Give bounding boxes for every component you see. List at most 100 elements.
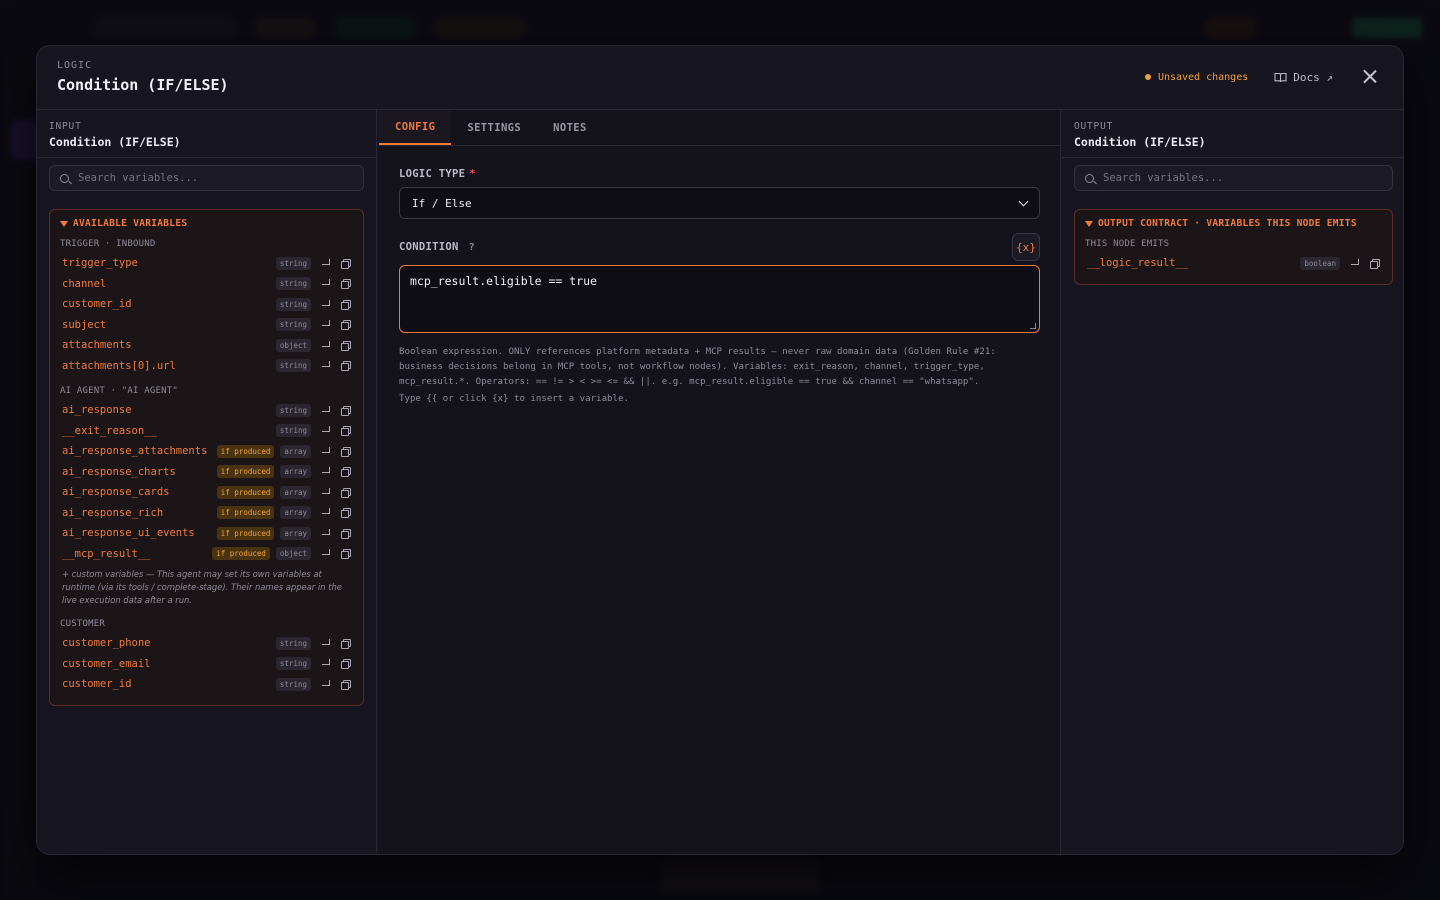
insert-icon[interactable] [320, 638, 331, 649]
copy-icon[interactable] [340, 548, 351, 560]
variable-row[interactable]: customer_id string [50, 674, 363, 695]
tab-settings[interactable]: SETTINGS [451, 110, 537, 145]
copy-icon[interactable] [340, 446, 351, 457]
required-asterisk: * [469, 168, 476, 180]
copy-icon[interactable] [340, 299, 351, 310]
output-contract-toggle[interactable]: OUTPUT CONTRACT · VARIABLES THIS NODE EM… [1075, 218, 1392, 229]
variable-row[interactable]: ai_response_attachments if produced array [50, 441, 363, 462]
insert-icon[interactable] [320, 360, 331, 371]
copy-icon[interactable] [340, 487, 351, 498]
copy-icon[interactable] [340, 258, 351, 269]
variable-row[interactable]: customer_id string [50, 294, 363, 315]
variable-row[interactable]: customer_phone string [50, 633, 363, 654]
variable-name: ai_response [62, 404, 132, 417]
variable-type-tag: string [275, 657, 311, 671]
variable-row[interactable]: __mcp_result__ if produced object [50, 544, 363, 565]
if-produced-badge: if produced [216, 444, 275, 458]
variable-type-tag: string [275, 277, 311, 291]
insert-icon[interactable] [320, 340, 331, 351]
insert-icon[interactable] [320, 319, 331, 330]
variable-row[interactable]: trigger_type string [50, 253, 363, 274]
available-variables-toggle[interactable]: AVAILABLE VARIABLES [50, 218, 363, 229]
copy-icon[interactable] [340, 360, 351, 372]
input-panel-title: Condition (IF/ELSE) [49, 135, 181, 149]
condition-hint: Boolean expression. ONLY references plat… [399, 347, 996, 387]
variable-row[interactable]: attachments[0].url string [50, 356, 363, 377]
variable-name: ai_response_attachments [62, 445, 208, 458]
close-icon[interactable] [1359, 66, 1381, 88]
logic-type-select[interactable]: If / Else [399, 187, 1040, 219]
if-produced-badge: if produced [216, 506, 275, 520]
condition-textarea[interactable]: mcp_result.eligible == true [399, 265, 1040, 333]
insert-icon[interactable] [320, 425, 331, 436]
variable-name: ai_response_ui_events [62, 527, 195, 540]
unsaved-label: Unsaved changes [1157, 71, 1249, 83]
variable-type-tag: object [275, 338, 311, 352]
variable-row[interactable]: customer_email string [50, 654, 363, 675]
docs-label: Docs ↗ [1293, 70, 1333, 84]
output-eyebrow: OUTPUT [1074, 121, 1114, 132]
copy-icon[interactable] [340, 638, 351, 649]
output-panel-title: Condition (IF/ELSE) [1074, 135, 1206, 149]
copy-icon[interactable] [340, 319, 351, 331]
input-panel-header: INPUT Condition (IF/ELSE) [37, 110, 376, 158]
insert-icon[interactable] [1349, 258, 1360, 269]
if-produced-badge: if produced [216, 485, 275, 499]
node-config-modal: LOGIC Condition (IF/ELSE) Unsaved change… [36, 45, 1404, 855]
copy-icon[interactable] [340, 466, 351, 478]
variable-type-tag: array [280, 485, 311, 499]
variable-row[interactable]: __exit_reason__ string [50, 421, 363, 442]
condition-row: CONDITION ? {x} [399, 233, 1040, 261]
tab-config[interactable]: CONFIG [379, 110, 452, 145]
variable-type-tag: array [280, 465, 311, 479]
input-panel: INPUT Condition (IF/ELSE) AVAILABLE VARI… [37, 110, 377, 854]
insert-icon[interactable] [320, 658, 331, 669]
docs-link[interactable]: Docs ↗ [1274, 71, 1333, 84]
input-search-field[interactable] [78, 172, 338, 184]
copy-icon[interactable] [340, 528, 351, 539]
output-search-field[interactable] [1103, 172, 1363, 184]
chevron-down-icon [1018, 196, 1029, 206]
copy-icon[interactable] [340, 658, 351, 670]
insert-icon[interactable] [320, 446, 331, 457]
variable-name: ai_response_rich [62, 506, 164, 519]
insert-icon[interactable] [320, 258, 331, 269]
insert-icon[interactable] [320, 487, 331, 498]
variable-row[interactable]: ai_response_ui_events if produced array [50, 523, 363, 544]
variable-name: ai_response_cards [62, 486, 170, 499]
variable-row[interactable]: channel string [50, 274, 363, 295]
help-icon[interactable]: ? [469, 242, 475, 253]
resize-handle-icon[interactable] [1030, 323, 1036, 329]
insert-icon[interactable] [320, 679, 331, 690]
variable-row[interactable]: ai_response_rich if produced array [50, 503, 363, 524]
variable-row[interactable]: attachments object [50, 335, 363, 356]
copy-icon[interactable] [340, 425, 351, 437]
variable-row[interactable]: ai_response_cards if produced array [50, 482, 363, 503]
tab-notes[interactable]: NOTES [537, 110, 603, 145]
triangle-down-icon [60, 220, 68, 227]
input-eyebrow: INPUT [49, 121, 82, 132]
insert-icon[interactable] [320, 299, 331, 310]
insert-icon[interactable] [320, 405, 331, 416]
copy-icon[interactable] [340, 507, 351, 519]
modal-eyebrow: LOGIC [57, 60, 93, 71]
unsaved-indicator: Unsaved changes [1144, 71, 1249, 83]
copy-icon[interactable] [340, 278, 351, 290]
copy-icon[interactable] [1369, 258, 1380, 269]
variable-row[interactable]: ai_response string [50, 400, 363, 421]
insert-icon[interactable] [320, 548, 331, 559]
unsaved-dot-icon [1144, 74, 1151, 80]
available-variables-title: AVAILABLE VARIABLES [73, 218, 188, 229]
insert-icon[interactable] [320, 466, 331, 477]
variable-row[interactable]: subject string [50, 315, 363, 336]
copy-icon[interactable] [340, 340, 351, 351]
variable-row[interactable]: ai_response_charts if produced array [50, 462, 363, 483]
copy-icon[interactable] [340, 405, 351, 416]
insert-icon[interactable] [320, 507, 331, 518]
copy-icon[interactable] [340, 679, 351, 690]
insert-icon[interactable] [320, 278, 331, 289]
insert-icon[interactable] [320, 528, 331, 539]
if-produced-badge: if produced [216, 465, 275, 479]
variable-row[interactable]: __logic_result__ boolean [1075, 253, 1392, 274]
insert-variable-button[interactable]: {x} [1012, 233, 1040, 261]
